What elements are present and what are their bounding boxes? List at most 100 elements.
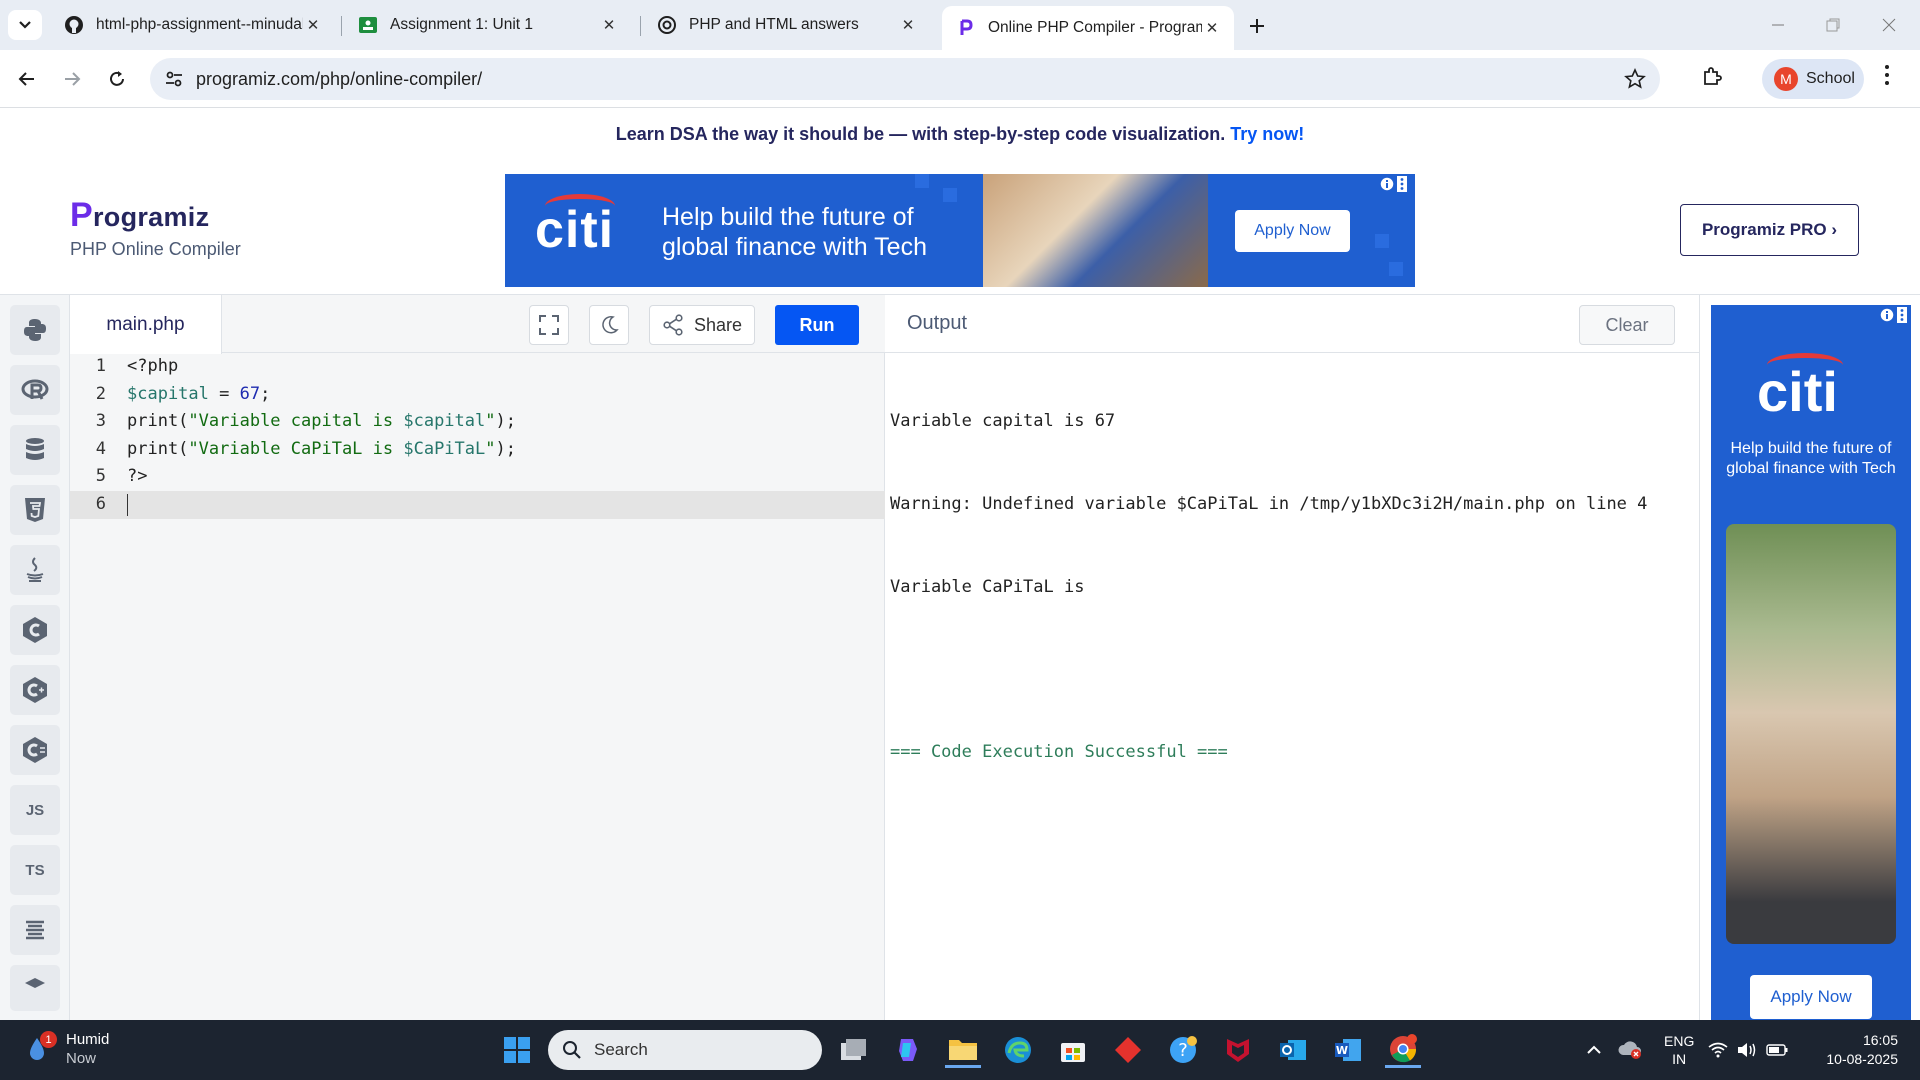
show-hidden-icons-button[interactable] — [1576, 1032, 1612, 1068]
ad-message-line: global finance with Tech — [662, 233, 927, 261]
promo-text: Learn DSA the way it should be — with st… — [615, 124, 1226, 144]
taskbar-search[interactable]: Search — [548, 1030, 822, 1070]
system-clock[interactable]: 16:05 10-08-2025 — [1818, 1031, 1898, 1069]
output-panel: Output Clear Variable capital is 67 Warn… — [885, 295, 1700, 1021]
plus-icon — [1250, 19, 1264, 33]
logo-brand-rest: rogramiz — [92, 202, 210, 232]
browser-menu-button[interactable] — [1884, 64, 1890, 86]
close-tab-icon[interactable]: ✕ — [1202, 18, 1222, 38]
bookmark-star-icon[interactable] — [1624, 68, 1646, 90]
site-settings-icon[interactable] — [164, 69, 184, 89]
edge-icon — [1005, 1037, 1031, 1063]
ad-choices[interactable] — [1879, 307, 1907, 323]
editor-header: main.php Share Run — [70, 295, 885, 354]
ad-menu-icon[interactable] — [1897, 307, 1907, 323]
onedrive-status[interactable] — [1612, 1032, 1648, 1068]
theme-toggle-button[interactable] — [589, 305, 629, 345]
address-bar[interactable]: programiz.com/php/online-compiler/ — [150, 58, 1660, 100]
language-csharp[interactable] — [10, 725, 60, 775]
close-tab-icon[interactable]: ✕ — [898, 15, 918, 35]
file-explorer-button[interactable] — [945, 1032, 981, 1068]
tab-chatgpt[interactable]: PHP and HTML answers ✕ — [643, 6, 930, 44]
start-button[interactable] — [499, 1032, 535, 1068]
promo-link[interactable]: Try now! — [1230, 124, 1304, 144]
input-language[interactable]: ENG IN — [1664, 1032, 1694, 1068]
weather-widget[interactable]: 1 Humid Now — [22, 1030, 109, 1068]
ad-info-icon[interactable] — [1879, 307, 1895, 323]
programiz-logo[interactable]: Programiz PHP Online Compiler — [70, 196, 241, 260]
language-php[interactable] — [10, 965, 60, 1011]
fullscreen-button[interactable] — [529, 305, 569, 345]
code-line[interactable]: 5 ?> — [70, 463, 885, 491]
code-line[interactable]: 6 — [70, 490, 885, 519]
code-token: " — [485, 438, 496, 459]
run-button[interactable]: Run — [775, 305, 859, 345]
language-java[interactable] — [10, 545, 60, 595]
tab-search-button[interactable] — [8, 10, 42, 40]
language-sql[interactable] — [10, 425, 60, 475]
code-line[interactable]: 4 print("Variable CaPiTaL is $CaPiTaL"); — [70, 436, 885, 464]
app-button-red[interactable] — [1110, 1032, 1146, 1068]
share-button[interactable]: Share — [649, 305, 755, 345]
chrome-icon — [1390, 1033, 1417, 1062]
code-line[interactable]: 3 print("Variable capital is $capital"); — [70, 408, 885, 436]
outlook-button[interactable] — [1275, 1032, 1311, 1068]
tab-github[interactable]: html-php-assignment--minudal ✕ — [50, 6, 335, 44]
programiz-pro-button[interactable]: Programiz PRO › — [1680, 204, 1859, 256]
minimize-button[interactable] — [1763, 12, 1793, 38]
language-python[interactable] — [10, 305, 60, 355]
language-c[interactable] — [10, 605, 60, 655]
ad-decoration — [1375, 234, 1389, 248]
side-ad-banner[interactable]: citi Help build the future of global fin… — [1711, 305, 1911, 1021]
close-tab-icon[interactable]: ✕ — [599, 15, 619, 35]
ad-apply-button[interactable]: Apply Now — [1235, 210, 1350, 252]
language-html[interactable] — [10, 485, 60, 535]
language-typescript[interactable]: TS — [10, 845, 60, 895]
language-cpp[interactable] — [10, 665, 60, 715]
code-line[interactable]: 2 $capital = 67; — [70, 381, 885, 409]
quick-settings[interactable] — [1708, 1032, 1788, 1068]
close-window-button[interactable] — [1874, 12, 1904, 38]
ad-info-icon[interactable] — [1379, 176, 1395, 192]
back-button[interactable] — [12, 64, 42, 94]
outlook-icon — [1280, 1040, 1306, 1060]
language-javascript[interactable]: JS — [10, 785, 60, 835]
profile-button[interactable]: M School — [1762, 59, 1864, 99]
reload-button[interactable] — [102, 64, 132, 94]
chrome-button[interactable] — [1385, 1032, 1421, 1068]
code-line[interactable]: 1 <?php — [70, 353, 885, 381]
code-text: <?php — [127, 353, 178, 381]
maximize-button[interactable] — [1818, 12, 1848, 38]
classroom-icon — [358, 15, 378, 35]
task-view-button[interactable] — [836, 1032, 872, 1068]
clear-button[interactable]: Clear — [1579, 305, 1675, 345]
expand-icon — [539, 315, 559, 335]
file-tab-main-php[interactable]: main.php — [70, 295, 222, 354]
mcafee-button[interactable] — [1220, 1032, 1256, 1068]
help-button[interactable]: ? — [1165, 1032, 1201, 1068]
copilot-button[interactable] — [890, 1032, 926, 1068]
store-button[interactable] — [1055, 1032, 1091, 1068]
language-r[interactable] — [10, 365, 60, 415]
tab-programiz[interactable]: Online PHP Compiler - Programiz ✕ — [942, 6, 1234, 50]
ad-message-line: Help build the future of — [662, 203, 914, 231]
word-button[interactable]: W — [1330, 1032, 1366, 1068]
code-token: $CaPiTaL — [403, 438, 486, 459]
tab-assignment[interactable]: Assignment 1: Unit 1 ✕ — [344, 6, 631, 44]
weather-time: Now — [66, 1050, 97, 1067]
shield-icon — [1227, 1039, 1249, 1062]
code-token: ); — [495, 438, 516, 459]
code-area[interactable]: 1 <?php 2 $capital = 67; 3 print("Variable ca… — [70, 353, 885, 519]
output-line: Variable CaPiTaL is — [890, 576, 1085, 597]
ad-apply-button[interactable]: Apply Now — [1750, 975, 1872, 1019]
new-tab-button[interactable] — [1243, 12, 1271, 40]
extensions-button[interactable] — [1700, 64, 1724, 88]
ad-menu-icon[interactable] — [1397, 176, 1407, 192]
edge-button[interactable] — [1000, 1032, 1036, 1068]
ad-choices[interactable] — [1379, 176, 1407, 192]
top-ad-banner[interactable]: citi Help build the future of global fin… — [505, 174, 1415, 287]
forward-button[interactable] — [57, 64, 87, 94]
promo-banner: Learn DSA the way it should be — with st… — [0, 124, 1920, 145]
close-tab-icon[interactable]: ✕ — [303, 15, 323, 35]
language-go[interactable] — [10, 905, 60, 955]
